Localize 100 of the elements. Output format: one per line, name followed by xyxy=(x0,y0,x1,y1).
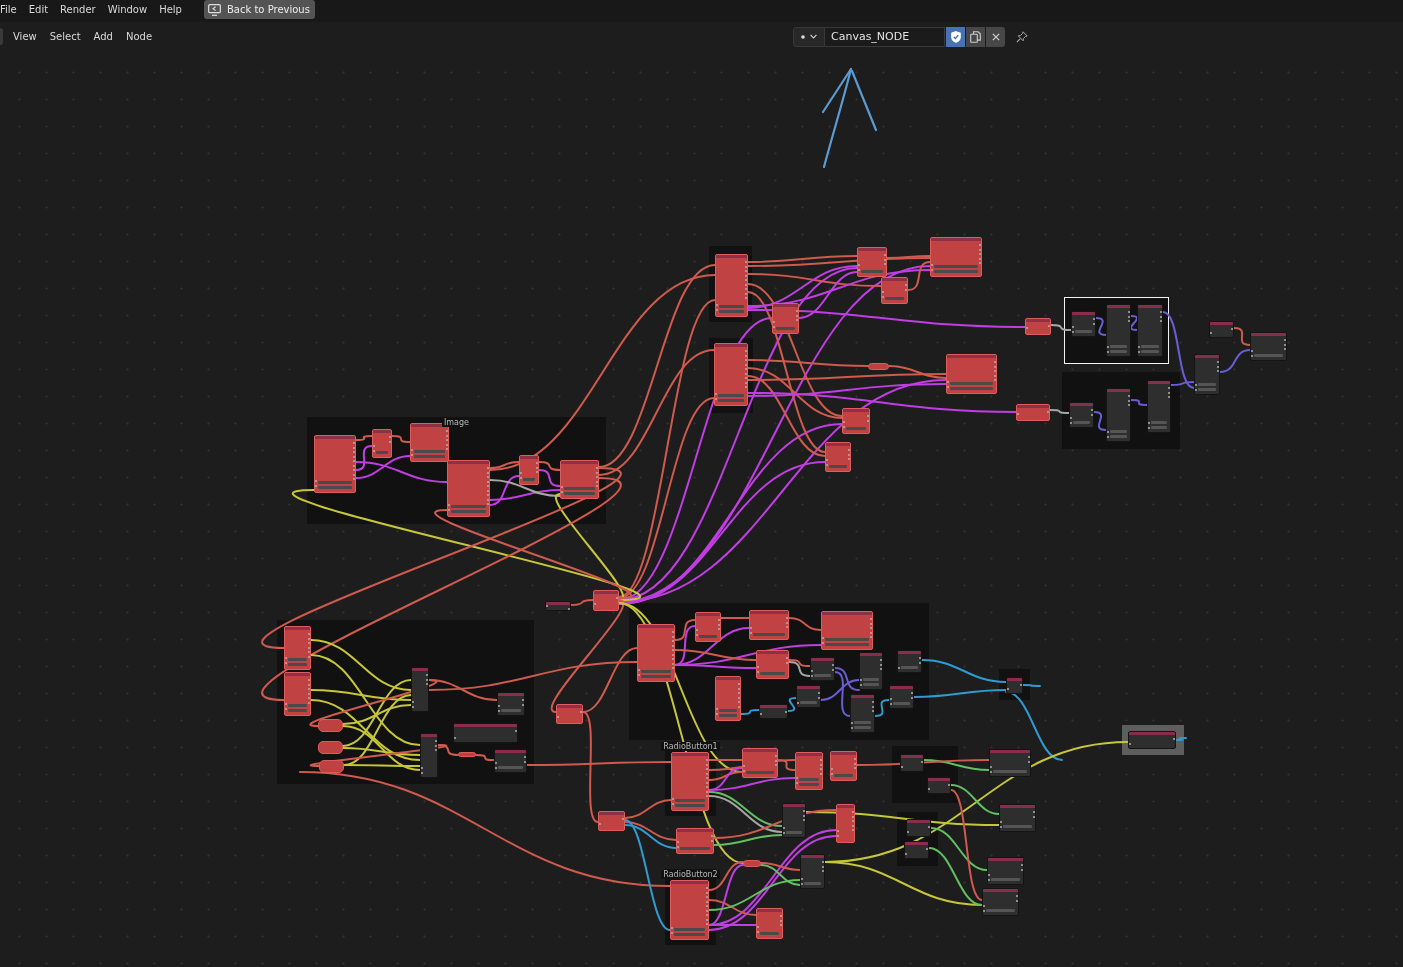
shield-check-icon xyxy=(950,30,961,43)
node xyxy=(453,723,518,743)
node xyxy=(897,650,922,673)
node xyxy=(756,650,789,679)
collapsed-node xyxy=(743,860,761,867)
connection-wire xyxy=(1050,324,1072,331)
node xyxy=(759,704,788,719)
node xyxy=(850,694,875,733)
connection-wire xyxy=(1095,317,1107,336)
node xyxy=(810,657,835,681)
menu-item[interactable]: Add xyxy=(87,27,120,46)
node xyxy=(519,455,539,485)
collapsed-node xyxy=(318,741,343,754)
connection-wire xyxy=(874,699,890,717)
node xyxy=(982,888,1019,916)
node xyxy=(715,676,741,721)
node xyxy=(825,442,851,472)
node xyxy=(372,429,392,458)
copy-icon xyxy=(970,30,981,43)
node xyxy=(900,754,924,772)
fake-user-button[interactable] xyxy=(946,26,965,47)
back-to-previous-button[interactable]: Back to Previous xyxy=(203,0,315,19)
node xyxy=(742,748,778,778)
close-icon xyxy=(991,32,1000,41)
unlink-button[interactable] xyxy=(986,26,1005,47)
node xyxy=(670,880,709,940)
collapsed-node xyxy=(319,760,344,773)
node xyxy=(881,277,908,304)
collapsed-node xyxy=(458,752,476,757)
connection-wire xyxy=(475,754,495,761)
collapsed-node xyxy=(868,363,889,370)
node xyxy=(1209,321,1234,338)
menu-item[interactable]: File xyxy=(0,0,23,19)
node xyxy=(999,804,1036,832)
monitor-icon xyxy=(207,3,221,16)
node xyxy=(1071,311,1096,337)
node xyxy=(772,303,799,334)
menu-item[interactable]: Window xyxy=(101,0,154,19)
node xyxy=(889,685,914,709)
node xyxy=(782,803,806,838)
node xyxy=(989,749,1031,777)
node xyxy=(946,354,997,394)
node xyxy=(560,460,599,499)
frame-label: Image xyxy=(441,418,472,427)
node xyxy=(1069,402,1094,428)
connection-wire xyxy=(787,697,797,712)
menu-item[interactable]: Edit xyxy=(22,0,55,19)
menu-item[interactable]: Render xyxy=(54,0,102,19)
connection-wire xyxy=(788,617,822,631)
node xyxy=(904,841,929,859)
frame-label: RadioButton2 xyxy=(661,870,720,879)
node xyxy=(927,777,951,794)
connection-wire xyxy=(355,435,373,441)
node xyxy=(830,751,857,781)
node xyxy=(715,254,748,317)
node xyxy=(1147,380,1171,433)
node xyxy=(1006,677,1023,694)
menu-item[interactable]: Select xyxy=(43,27,88,46)
node xyxy=(1128,731,1176,749)
connection-wire xyxy=(1093,411,1107,431)
node xyxy=(1106,304,1131,357)
node xyxy=(749,610,789,640)
connection-wire xyxy=(1175,737,1187,741)
browse-button[interactable] xyxy=(793,26,825,47)
node xyxy=(411,667,429,712)
pin-button[interactable] xyxy=(1015,29,1028,44)
node xyxy=(857,247,887,277)
node xyxy=(796,685,821,708)
connection-wire xyxy=(1049,409,1070,414)
node xyxy=(314,435,356,493)
node xyxy=(714,343,748,406)
node xyxy=(420,733,438,778)
node xyxy=(859,652,883,690)
node xyxy=(593,590,619,611)
node xyxy=(695,612,721,642)
frame-label: RadioButton1 xyxy=(661,742,720,751)
node xyxy=(676,828,714,854)
datablock-name-field[interactable]: Canvas_NODE xyxy=(825,26,945,47)
node xyxy=(800,854,825,889)
connection-wire xyxy=(1219,349,1251,373)
node xyxy=(1250,332,1287,361)
node xyxy=(836,804,855,843)
connection-wire xyxy=(1130,399,1148,406)
node xyxy=(598,811,625,831)
node xyxy=(284,672,311,716)
connection-wire xyxy=(391,435,411,443)
node xyxy=(842,408,870,434)
node xyxy=(930,237,982,277)
node xyxy=(1137,304,1163,357)
menu-item[interactable]: Node xyxy=(119,27,159,46)
connection-wire xyxy=(1130,315,1138,331)
node xyxy=(821,611,873,650)
node xyxy=(756,908,783,939)
menu-item[interactable]: View xyxy=(6,27,44,46)
menu-item[interactable]: Help xyxy=(153,0,188,19)
chevron-down-icon xyxy=(810,34,817,39)
node xyxy=(1106,388,1131,442)
node xyxy=(637,624,675,682)
duplicate-button[interactable] xyxy=(966,26,985,47)
node xyxy=(795,752,823,790)
